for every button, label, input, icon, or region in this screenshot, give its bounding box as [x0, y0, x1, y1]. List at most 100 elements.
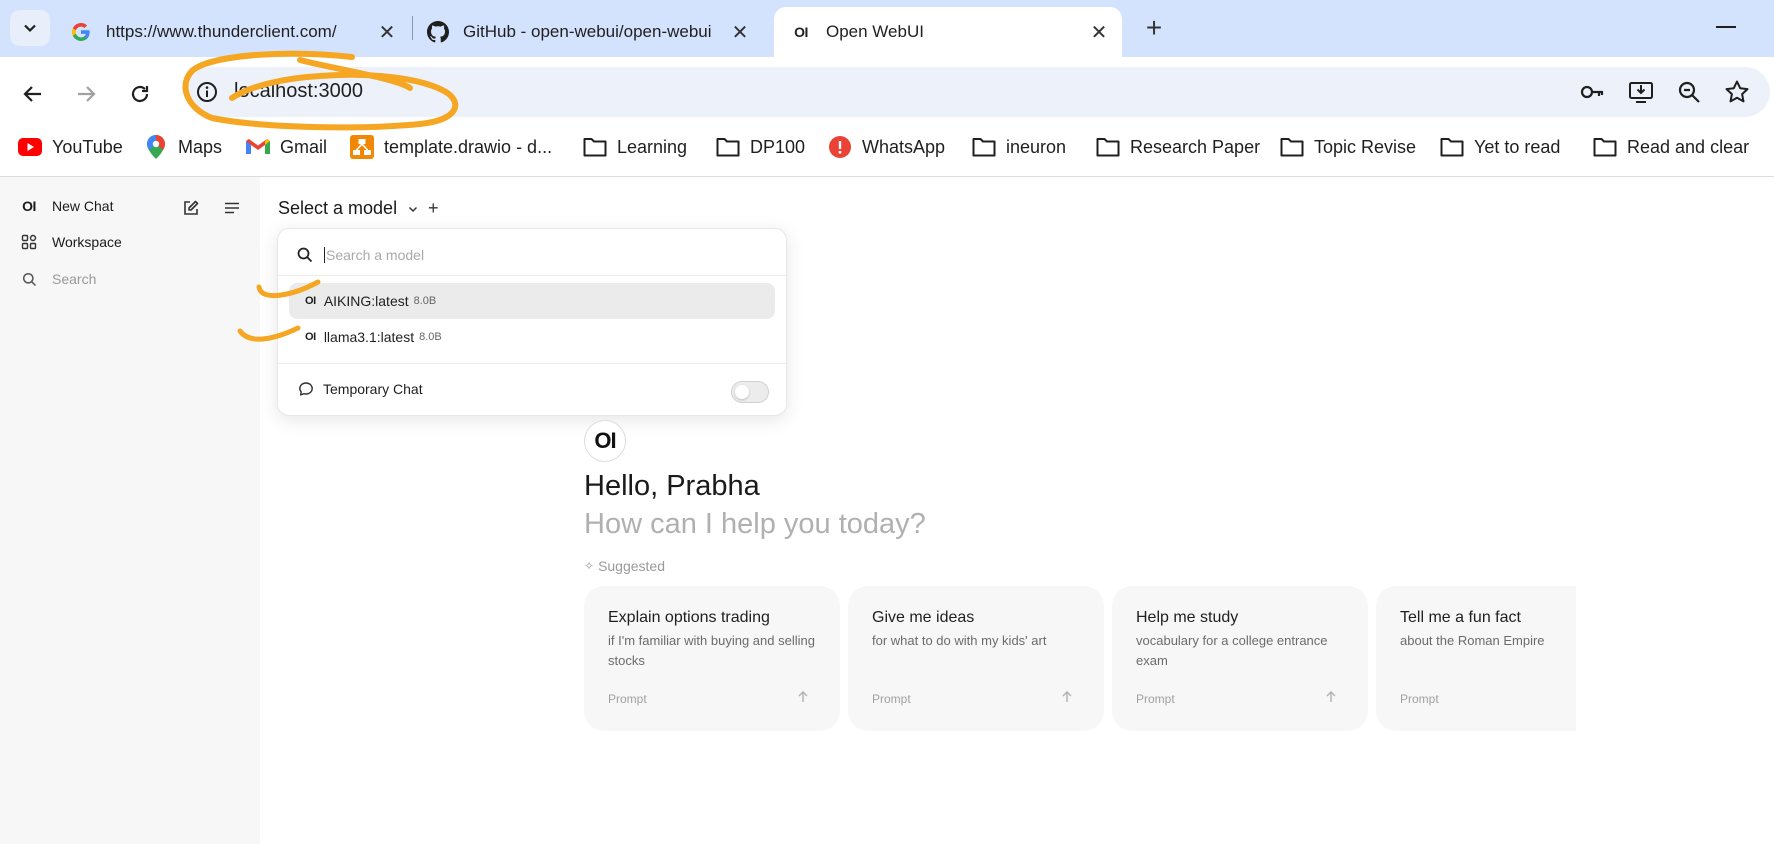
zoom-icon[interactable]	[1675, 78, 1703, 106]
tab-thunderclient[interactable]: https://www.thunderclient.com/ ✕	[70, 7, 398, 57]
bookmark-label: Yet to read	[1474, 136, 1561, 157]
bookmark-youtube[interactable]: YouTube	[18, 130, 123, 164]
close-icon[interactable]: ✕	[729, 21, 751, 44]
youtube-icon	[18, 135, 42, 159]
close-icon[interactable]: ✕	[376, 21, 398, 44]
folder-icon	[716, 135, 740, 159]
tab-github[interactable]: GitHub - open-webui/open-webui ✕	[427, 7, 751, 57]
openwebui-logo-icon: OI	[305, 331, 316, 343]
model-option-llama3-1[interactable]: OI llama3.1:latest 8.0B	[289, 319, 775, 355]
bookmark-maps[interactable]: Maps	[144, 130, 222, 164]
reload-icon	[131, 85, 149, 103]
folder-icon	[972, 135, 996, 159]
model-option-aiking[interactable]: OI AIKING:latest 8.0B	[289, 283, 775, 319]
openwebui-logo-icon: OI	[305, 295, 316, 307]
sidebar-search[interactable]: Search	[18, 266, 96, 292]
minimize-icon[interactable]	[1716, 26, 1736, 28]
url-text[interactable]: localhost:3000	[234, 80, 363, 103]
bookmark-ineuron[interactable]: ineuron	[972, 130, 1066, 164]
address-bar[interactable]	[186, 67, 1770, 117]
new-chat-label: New Chat	[52, 198, 114, 214]
bookmark-label: Gmail	[280, 136, 328, 157]
suggestion-card[interactable]: Help me study vocabulary for a college e…	[1112, 586, 1368, 731]
chat-bubble-icon	[299, 382, 313, 396]
suggestion-cards: Explain options trading if I'm familiar …	[584, 586, 1576, 731]
openwebui-logo-icon: OI	[22, 198, 36, 214]
bookmark-label: template.drawio - d...	[384, 136, 553, 157]
suggestion-subtitle: if I'm familiar with buying and selling …	[608, 633, 815, 668]
arrow-up-icon	[1326, 691, 1336, 702]
temporary-chat-row[interactable]: Temporary Chat	[298, 381, 423, 397]
github-icon	[427, 21, 449, 43]
maps-icon	[144, 135, 168, 159]
bookmark-label: DP100	[750, 136, 806, 157]
folder-icon	[1593, 135, 1617, 159]
search-label: Search	[52, 271, 97, 287]
bookmark-research-paper[interactable]: Research Paper	[1096, 130, 1260, 164]
sidebar-menu-button[interactable]	[220, 196, 244, 220]
suggestion-card[interactable]: Tell me a fun fact about the Roman Empir…	[1376, 586, 1576, 731]
search-icon	[18, 272, 40, 287]
model-selector-label: Select a model	[278, 198, 398, 218]
tab-title: Open WebUI	[826, 22, 924, 41]
model-search	[296, 243, 766, 267]
suggestion-subtitle: about the Roman Empire	[1400, 633, 1545, 648]
bookmark-label: YouTube	[52, 136, 123, 157]
pencil-square-icon	[184, 200, 199, 215]
new-chat-edit-button[interactable]	[179, 196, 203, 220]
model-size: 8.0B	[419, 331, 442, 343]
sidebar-workspace[interactable]: Workspace	[18, 229, 122, 255]
new-tab-button[interactable]: +	[1138, 12, 1170, 44]
suggestion-card[interactable]: Give me ideas for what to do with my kid…	[848, 586, 1104, 731]
sidebar-new-chat[interactable]: OI New Chat	[18, 193, 113, 219]
add-model-button[interactable]: +	[428, 198, 439, 219]
password-key-icon[interactable]	[1578, 78, 1606, 106]
suggestion-subtitle: for what to do with my kids' art	[872, 633, 1047, 648]
back-button[interactable]	[15, 76, 51, 112]
workspace-grid-icon	[18, 234, 40, 250]
suggestion-prompt-label: Prompt	[608, 692, 647, 706]
bookmark-label: Topic Revise	[1314, 136, 1417, 157]
toggle-knob	[735, 385, 749, 399]
bookmark-label: Learning	[617, 136, 688, 157]
whatsapp-icon	[828, 135, 852, 159]
tab-search-button[interactable]	[10, 10, 50, 46]
bookmark-read-and-clear[interactable]: Read and clear	[1593, 130, 1749, 164]
close-icon[interactable]: ✕	[1088, 21, 1110, 44]
reload-button[interactable]	[122, 76, 158, 112]
bookmark-yet-to-read[interactable]: Yet to read	[1440, 130, 1560, 164]
model-selector[interactable]: Select a model	[278, 198, 419, 219]
install-app-icon[interactable]	[1627, 78, 1655, 106]
tab-separator	[412, 16, 413, 40]
bookmark-label: Research Paper	[1130, 136, 1261, 157]
folder-icon	[1280, 135, 1304, 159]
arrow-right-icon	[78, 86, 96, 102]
openwebui-icon: OI	[794, 24, 808, 40]
suggestion-card[interactable]: Explain options trading if I'm familiar …	[584, 586, 840, 731]
forward-button[interactable]	[68, 76, 104, 112]
suggestion-prompt-label: Prompt	[1136, 692, 1175, 706]
tab-openwebui[interactable]: OI Open WebUI ✕	[774, 7, 1122, 57]
bookmark-whatsapp[interactable]: WhatsApp	[828, 130, 945, 164]
model-dropdown: OI AIKING:latest 8.0B OI llama3.1:latest…	[277, 228, 787, 416]
model-size: 8.0B	[413, 295, 437, 307]
sparkle-icon: ✧	[584, 559, 595, 573]
bookmark-star-icon[interactable]	[1723, 78, 1751, 106]
folder-icon	[1440, 135, 1464, 159]
arrow-up-icon	[1062, 691, 1072, 702]
temporary-chat-toggle[interactable]	[731, 381, 769, 403]
info-icon[interactable]	[195, 80, 219, 104]
bookmark-gmail[interactable]: Gmail	[246, 130, 327, 164]
chevron-down-icon	[24, 24, 36, 33]
bookmark-drawio[interactable]: template.drawio - d...	[350, 130, 552, 164]
model-name: llama3.1:latest	[323, 329, 415, 345]
bookmark-label: Maps	[178, 136, 223, 157]
bookmark-learning[interactable]: Learning	[583, 130, 687, 164]
tab-title: https://www.thunderclient.com/	[106, 22, 337, 41]
bookmark-topic-revise[interactable]: Topic Revise	[1280, 130, 1416, 164]
openwebui-logo: OI	[584, 420, 626, 462]
workspace-label: Workspace	[52, 234, 122, 250]
bookmark-label: ineuron	[1006, 136, 1067, 157]
bookmark-dp100[interactable]: DP100	[716, 130, 805, 164]
model-search-input[interactable]	[324, 247, 744, 263]
